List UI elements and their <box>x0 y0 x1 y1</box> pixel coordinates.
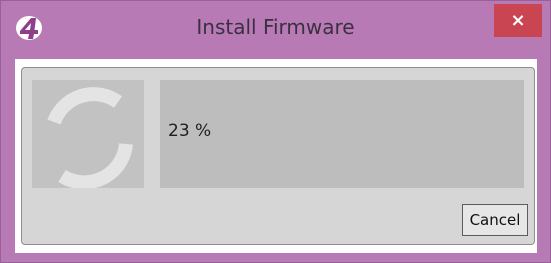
close-button[interactable]: × <box>494 4 542 37</box>
spinner-container <box>32 80 144 188</box>
dialog-content: 23 % Cancel <box>15 59 537 253</box>
progress-display: 23 % <box>160 80 524 188</box>
close-icon: × <box>510 10 526 31</box>
progress-panel: 23 % Cancel <box>21 67 535 245</box>
loading-spinner-icon <box>47 87 133 188</box>
cancel-button[interactable]: Cancel <box>462 204 528 236</box>
install-firmware-dialog: Install Firmware × 23 % Cancel <box>0 0 551 263</box>
progress-percent-text: 23 % <box>168 121 212 141</box>
window-title: Install Firmware <box>196 15 355 39</box>
title-bar[interactable]: Install Firmware × <box>1 1 550 53</box>
